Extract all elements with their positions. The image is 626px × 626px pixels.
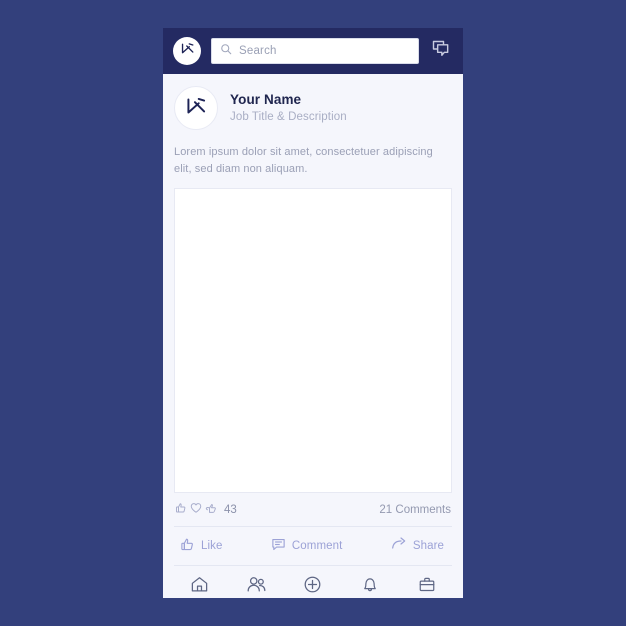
share-button[interactable]: Share [391,536,444,555]
comments-count-label[interactable]: 21 Comments [379,504,451,516]
bell-icon [361,574,379,594]
phone-mockup-frame: Search Your Name Job Title & Description… [163,28,463,598]
top-navigation-bar: Search [163,28,463,74]
heart-icon [190,501,202,519]
people-icon [246,574,267,594]
plus-circle-icon [303,574,322,594]
briefcase-icon [418,574,436,594]
post-identity: Your Name Job Title & Description [230,92,347,124]
bottom-navigation-bar: Home My Network Post [163,566,463,598]
post-card: Your Name Job Title & Description Lorem … [163,74,463,567]
messages-button[interactable] [429,39,453,63]
thumbs-up-icon [175,501,187,519]
nav-item-jobs[interactable]: Jobs [398,574,455,598]
nav-item-notifications[interactable]: Notifications [341,574,398,598]
share-button-label: Share [412,539,444,552]
comment-button-label: Comment [291,539,343,552]
nav-item-my-network[interactable]: My Network [228,574,285,598]
author-name: Your Name [230,91,302,107]
clap-icon [205,501,217,519]
post-image-placeholder[interactable] [174,188,452,494]
search-icon [220,42,232,60]
like-button[interactable]: Like [180,537,223,555]
search-input[interactable]: Search [211,38,419,64]
brand-logo-button[interactable] [173,37,201,65]
brand-check-logo-icon [179,40,196,62]
nav-item-home[interactable]: Home [171,574,228,598]
reaction-count: 43 [224,504,237,517]
post-actions-row: Like Comment Share [174,527,452,565]
like-button-label: Like [201,539,223,552]
author-title: Job Title & Description [230,110,347,123]
share-arrow-icon [391,536,407,555]
brand-check-logo-icon [183,93,209,124]
comment-button[interactable]: Comment [223,537,391,555]
search-placeholder-text: Search [239,45,277,57]
reactions-row: 43 21 Comments [174,493,452,526]
post-body-text: Lorem ipsum dolor sit amet, consectetuer… [174,146,433,176]
messages-bubbles-icon [431,39,451,64]
thumbs-up-icon [180,537,195,555]
nav-item-post[interactable]: Post [285,574,342,598]
reaction-icons-group[interactable]: 43 [175,501,237,519]
home-icon [190,574,209,594]
comment-bubble-icon [271,537,286,555]
avatar[interactable] [174,86,218,130]
post-header: Your Name Job Title & Description [174,74,452,136]
